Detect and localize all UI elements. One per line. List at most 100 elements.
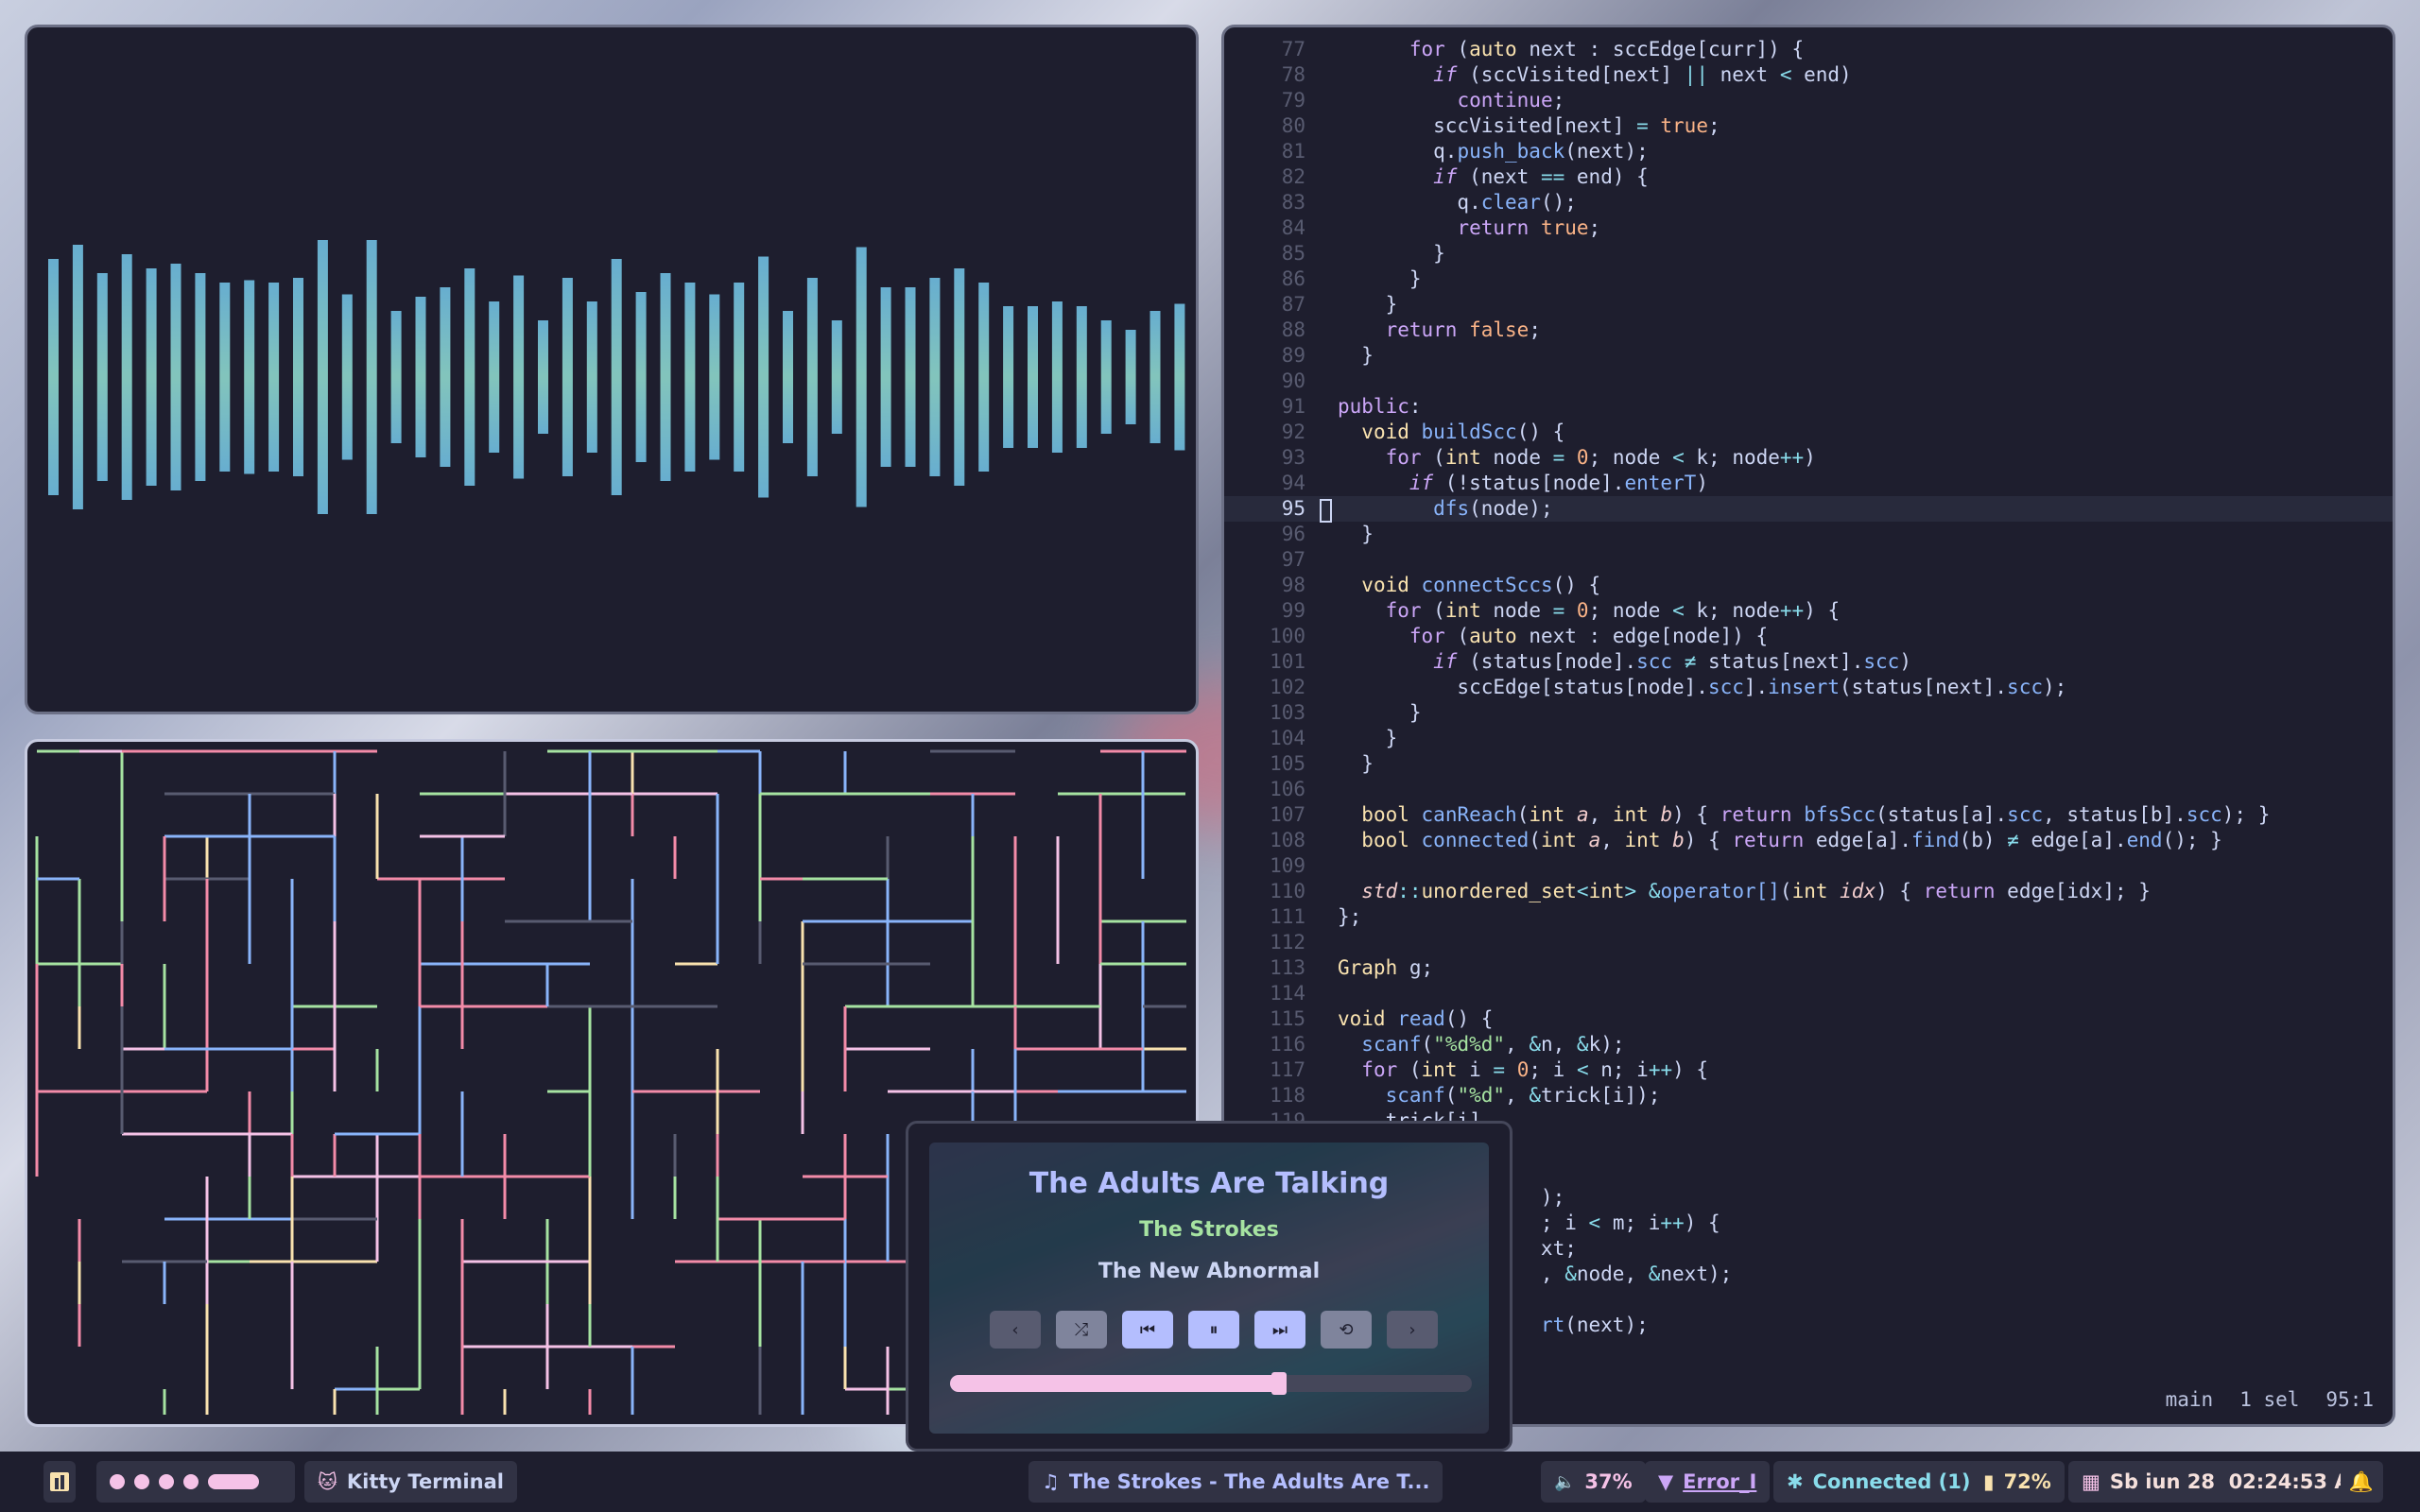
line-text: if (sccVisited[next] || next < end) (1433, 63, 1852, 86)
cat-icon: 🐱 (318, 1470, 337, 1493)
line-text: void connectSccs() { (1361, 574, 1601, 596)
code-line[interactable]: 112 (1224, 930, 2393, 955)
code-line[interactable]: 93 for (int node = 0; node < k; node++) (1224, 445, 2393, 471)
code-line[interactable]: 95 dfs(node); (1224, 496, 2393, 522)
code-line[interactable]: 110 std::unordered_set<int> &operator[](… (1224, 879, 2393, 904)
taskbar: 🐱 Kitty Terminal ♫ The Strokes - The Adu… (0, 1452, 2420, 1512)
visualizer-bar (293, 278, 303, 476)
visualizer-bar (341, 294, 353, 460)
code-line[interactable]: 94 if (!status[node].enterT) (1224, 471, 2393, 496)
pause-button[interactable]: ⏸ (1188, 1311, 1239, 1349)
visualizer-bar (684, 283, 696, 472)
line-number: 118 (1270, 1084, 1305, 1107)
code-line[interactable]: 111}; (1224, 904, 2393, 930)
visualizer-bar (586, 301, 597, 453)
code-line[interactable]: 98 void connectSccs() { (1224, 573, 2393, 598)
repeat-button[interactable]: ⟲ (1321, 1311, 1372, 1349)
line-text: } (1338, 727, 1398, 749)
code-line[interactable]: 104 } (1224, 726, 2393, 751)
battery-module[interactable]: ▮ 72% (1970, 1461, 2065, 1503)
code-line[interactable]: 117 for (int i = 0; i < n; i++) { (1224, 1057, 2393, 1083)
next-player-button[interactable]: › (1387, 1311, 1438, 1349)
code-line[interactable]: 77 for (auto next : sccEdge[curr]) { (1224, 37, 2393, 62)
code-line[interactable]: 101 if (status[node].scc ≠ status[next].… (1224, 649, 2393, 675)
code-line[interactable]: 91 public: (1224, 394, 2393, 420)
code-line[interactable]: 89 } (1224, 343, 2393, 369)
code-line[interactable]: 88 return false; (1224, 318, 2393, 343)
calendar-icon: ▦ (2082, 1470, 2100, 1493)
code-line[interactable]: 96 } (1224, 522, 2393, 547)
visualizer-bar (415, 297, 426, 457)
code-line[interactable]: 92 void buildScc() { (1224, 420, 2393, 445)
network-module[interactable]: ▼ Error_I (1645, 1461, 1771, 1503)
visualizer-bar (317, 240, 328, 514)
code-line[interactable]: 79 continue; (1224, 88, 2393, 113)
line-number: 77 (1281, 38, 1305, 60)
code-line[interactable]: 97 (1224, 547, 2393, 573)
code-line[interactable]: 109 (1224, 853, 2393, 879)
code-line[interactable]: 114 (1224, 981, 2393, 1006)
audio-visualizer-window[interactable] (25, 25, 1199, 714)
code-line[interactable]: 86 } (1224, 266, 2393, 292)
launcher-button[interactable] (43, 1461, 76, 1503)
battery-icon: ▮ (1983, 1470, 1995, 1493)
code-line[interactable]: 78 if (sccVisited[next] || next < end) (1224, 62, 2393, 88)
code-line[interactable]: 118 scanf("%d", &trick[i]); (1224, 1083, 2393, 1108)
code-line[interactable]: 99 for (int node = 0; node < k; node++) … (1224, 598, 2393, 624)
code-line[interactable]: 103 } (1224, 700, 2393, 726)
line-number: 102 (1270, 676, 1305, 698)
code-line[interactable]: 116 scanf("%d%d", &n, &k); (1224, 1032, 2393, 1057)
visualizer-bar (978, 283, 990, 472)
code-line[interactable]: 107 bool canReach(int a, int b) { return… (1224, 802, 2393, 828)
line-number: 108 (1270, 829, 1305, 851)
code-line[interactable]: 106 (1224, 777, 2393, 802)
active-window[interactable]: 🐱 Kitty Terminal (304, 1461, 517, 1503)
code-line[interactable]: 82 if (next == end) { (1224, 164, 2393, 190)
line-text: } (1338, 293, 1398, 316)
visualizer-bars (48, 240, 1185, 514)
code-line[interactable]: 80 sccVisited[next] = true; (1224, 113, 2393, 139)
line-number: 94 (1281, 472, 1305, 494)
line-text: public: (1338, 395, 1422, 418)
workspace-2[interactable] (134, 1474, 149, 1489)
workspace-1[interactable] (110, 1474, 125, 1489)
line-number: 78 (1281, 63, 1305, 86)
music-player-popup: The Adults Are Talking The Strokes The N… (906, 1121, 1512, 1452)
line-text: for (int i = 0; i < n; i++) { (1361, 1058, 1709, 1081)
visualizer-bar (366, 240, 377, 514)
progress-handle[interactable] (1270, 1372, 1287, 1395)
volume-module[interactable]: 🔈 37% (1541, 1461, 1646, 1503)
line-text: if (status[node].scc ≠ status[next].scc) (1433, 650, 1911, 673)
code-line[interactable]: 87 } (1224, 292, 2393, 318)
code-line[interactable]: 115 void read() { (1224, 1006, 2393, 1032)
code-line[interactable]: 85 } (1224, 241, 2393, 266)
workspace-4[interactable] (183, 1474, 199, 1489)
clock-module[interactable]: ▦ Sb iun 28 02:24:53 AM (2068, 1461, 2383, 1503)
code-line[interactable]: 90 (1224, 369, 2393, 394)
bluetooth-module[interactable]: ✱ Connected (1) (1773, 1461, 1984, 1503)
cursor-position: 95:1 (2325, 1388, 2374, 1411)
visualizer-bar (1003, 306, 1014, 448)
code-line[interactable]: 84 return true; (1224, 215, 2393, 241)
code-line[interactable]: 113 Graph g; (1224, 955, 2393, 981)
code-line[interactable]: 81 q.push_back(next); (1224, 139, 2393, 164)
line-number: 105 (1270, 752, 1305, 775)
next-track-button[interactable]: ⏭ (1254, 1311, 1305, 1349)
visualizer-bar (219, 283, 231, 472)
line-text: } (1338, 267, 1422, 290)
code-line[interactable]: 105 } (1224, 751, 2393, 777)
code-line[interactable]: 108 bool connected(int a, int b) { retur… (1224, 828, 2393, 853)
notifications-button[interactable]: 🔔 (2341, 1461, 2382, 1503)
workspace-active[interactable] (208, 1474, 259, 1489)
code-line[interactable]: 83 q.clear(); (1224, 190, 2393, 215)
media-module[interactable]: ♫ The Strokes - The Adults Are T... (1028, 1461, 1443, 1503)
code-line[interactable]: 102 sccEdge[status[node].scc].insert(sta… (1224, 675, 2393, 700)
previous-track-button[interactable]: ⏮ (1122, 1311, 1173, 1349)
progress-bar[interactable] (950, 1372, 1472, 1395)
code-line[interactable]: 100 for (auto next : edge[node]) { (1224, 624, 2393, 649)
workspace-3[interactable] (159, 1474, 174, 1489)
shuffle-button[interactable]: ⤮ (1056, 1311, 1107, 1349)
line-text: scanf("%d%d", &n, &k); (1361, 1033, 1625, 1056)
prev-player-button[interactable]: ‹ (990, 1311, 1041, 1349)
active-window-title: Kitty Terminal (346, 1470, 504, 1493)
